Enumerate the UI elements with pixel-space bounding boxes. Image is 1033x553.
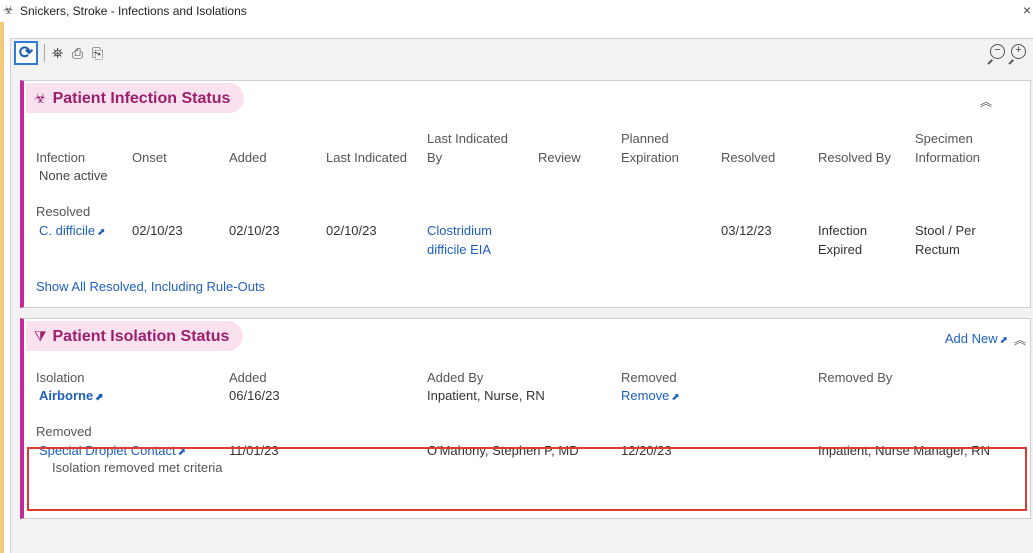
window-titlebar: ☣ Snickers, Stroke - Infections and Isol… — [0, 0, 1033, 22]
collapse-icon[interactable]: ︽ — [980, 95, 992, 109]
col-resolved-by: Resolved By — [818, 150, 891, 165]
col-specimen-line2: Information — [915, 150, 981, 165]
add-new-isolation-link[interactable]: Add New ⬈ — [945, 331, 1008, 349]
isolation-airborne-added: 06/16/23 — [229, 388, 280, 403]
infection-resolved-by-line1: Infection — [818, 223, 868, 238]
external-link-icon: ⬈ — [671, 392, 680, 403]
binoculars-icon[interactable]: ⛯ — [52, 44, 63, 62]
removed-section-label: Removed — [36, 424, 92, 439]
biohazard-icon: ☣ — [34, 90, 47, 106]
col-last-indicated-by-line2: By — [427, 150, 443, 165]
refresh-button[interactable]: ⟳ — [14, 41, 38, 65]
infection-status-title: Patient Infection Status — [52, 90, 231, 107]
infection-status-header[interactable]: ☣ Patient Infection Status — [26, 83, 245, 113]
infection-added: 02/10/23 — [229, 223, 280, 238]
show-all-resolved-link[interactable]: Show All Resolved, Including Rule-Outs — [36, 277, 265, 296]
external-link-icon: ⬈ — [95, 392, 104, 403]
toolbar: ⟳ ⛯ ⎙ ⎘ − + — [10, 38, 1033, 70]
infection-onset: 02/10/23 — [132, 223, 183, 238]
infection-specimen-line1: Stool / Per — [915, 223, 976, 238]
col-resolved: Resolved — [721, 150, 776, 165]
print-icon[interactable]: ⎙ — [72, 44, 83, 62]
col-onset: Onset — [132, 150, 167, 165]
infection-specimen-line2: Rectum — [915, 242, 960, 257]
col-infection: Infection — [36, 150, 86, 165]
col-iso-removed: Removed — [621, 370, 677, 385]
col-planned-exp-line1: Planned — [621, 131, 669, 146]
col-iso-removed-by: Removed By — [818, 370, 893, 385]
collapse-icon[interactable]: ︽ — [1014, 333, 1026, 347]
window-title: Snickers, Stroke - Infections and Isolat… — [20, 4, 247, 18]
infection-status-card: ☣ Patient Infection Status ︽ Infection On… — [20, 80, 1031, 308]
close-icon[interactable]: × — [1023, 2, 1031, 18]
isolation-status-title: Patient Isolation Status — [52, 328, 230, 345]
remove-isolation-link[interactable]: Remove ⬈ — [621, 386, 680, 407]
col-last-indicated-by-line1: Last Indicated — [427, 131, 508, 146]
zoom-in-icon[interactable]: + — [1011, 44, 1026, 59]
infection-last-indicated: 02/10/23 — [326, 223, 377, 238]
external-link-icon: ⬈ — [999, 335, 1008, 346]
last-indicated-by-link-line1[interactable]: Clostridium — [427, 221, 492, 240]
copy-icon[interactable]: ⎘ — [92, 44, 103, 62]
infection-resolved-date: 03/12/23 — [721, 223, 772, 238]
toolbar-separator — [44, 44, 45, 62]
resolved-section-label: Resolved — [36, 204, 91, 219]
isolation-airborne-added-by: Inpatient, Nurse, RN — [427, 388, 545, 403]
col-review: Review — [538, 150, 581, 165]
activity-edge-strip — [0, 22, 4, 553]
infection-link-c-difficile[interactable]: C. difficile ⬈ — [39, 221, 106, 242]
infection-resolved-by-line2: Expired — [818, 242, 863, 257]
last-indicated-by-link-line2[interactable]: difficile EIA — [427, 240, 491, 259]
col-planned-exp-line2: Expiration — [621, 150, 679, 165]
isolation-status-header[interactable]: ⧩ Patient Isolation Status — [26, 321, 244, 351]
isolation-link-airborne[interactable]: Airborne ⬈ — [39, 386, 104, 407]
col-last-indicated: Last Indicated — [326, 150, 407, 165]
col-specimen-line1: Specimen — [915, 131, 973, 146]
biohazard-icon: ☣ — [3, 3, 14, 17]
external-link-icon: ⬈ — [97, 227, 106, 238]
funnel-icon: ⧩ — [34, 328, 47, 344]
col-isolation: Isolation — [36, 370, 85, 385]
highlight-box — [27, 447, 1027, 511]
col-iso-added-by: Added By — [427, 370, 484, 385]
col-iso-added: Added — [229, 370, 267, 385]
none-active-text: None active — [39, 168, 108, 183]
col-added: Added — [229, 150, 267, 165]
zoom-out-icon[interactable]: − — [990, 44, 1005, 59]
